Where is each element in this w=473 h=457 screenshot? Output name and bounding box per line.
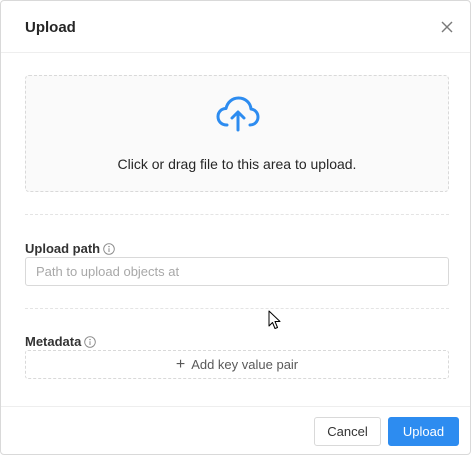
cloud-upload-icon bbox=[216, 96, 260, 132]
upload-path-label-text: Upload path bbox=[25, 241, 101, 256]
info-icon[interactable] bbox=[84, 335, 97, 348]
close-icon[interactable] bbox=[438, 18, 456, 36]
dialog-footer: Cancel Upload bbox=[1, 406, 470, 456]
dialog-header: Upload bbox=[1, 1, 470, 53]
section-divider bbox=[25, 308, 449, 309]
section-divider bbox=[25, 214, 449, 215]
upload-dialog: Upload Click or drag file to this area t… bbox=[0, 0, 471, 455]
file-dropzone[interactable]: Click or drag file to this area to uploa… bbox=[25, 75, 449, 192]
add-key-value-pair-label: Add key value pair bbox=[191, 357, 299, 372]
upload-path-input[interactable] bbox=[25, 257, 449, 286]
dialog-title: Upload bbox=[25, 19, 76, 36]
metadata-label: Metadata bbox=[25, 334, 97, 349]
upload-button[interactable]: Upload bbox=[388, 417, 459, 446]
metadata-label-text: Metadata bbox=[25, 334, 82, 349]
upload-path-label: Upload path bbox=[25, 241, 115, 256]
plus-icon: + bbox=[175, 355, 186, 373]
dropzone-text: Click or drag file to this area to uploa… bbox=[117, 156, 357, 172]
cancel-button[interactable]: Cancel bbox=[314, 417, 381, 446]
add-key-value-pair-button[interactable]: + Add key value pair bbox=[25, 350, 449, 379]
mouse-pointer-icon bbox=[268, 310, 281, 329]
info-icon[interactable] bbox=[103, 242, 115, 255]
